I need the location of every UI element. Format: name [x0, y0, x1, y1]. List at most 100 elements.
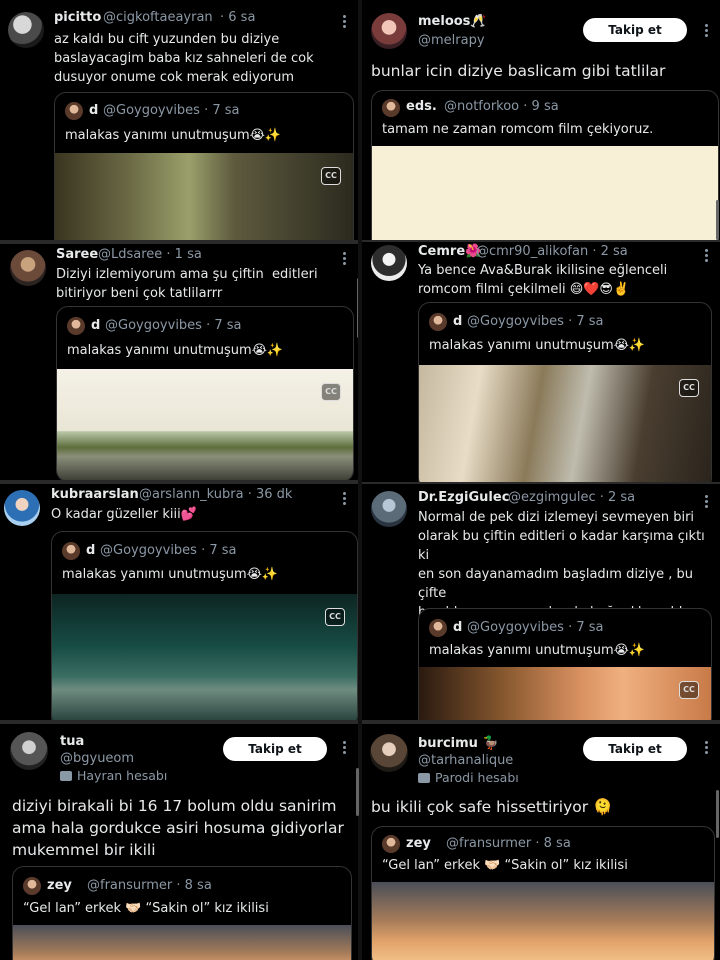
author-handle[interactable]: @cmr90_alikofan · 2 sa — [476, 244, 628, 259]
follow-button[interactable]: Takip et — [583, 18, 687, 42]
quote-author-name: zey — [47, 878, 72, 893]
tweet-panel-meloos: meloos🥂 @melrapy Takip et bunlar icin di… — [362, 0, 720, 240]
quote-media-video[interactable]: CC — [55, 153, 353, 240]
author-handle[interactable]: @tarhanalique — [418, 753, 513, 768]
quote-media-video[interactable]: CC — [419, 667, 711, 720]
captions-icon[interactable]: CC — [321, 383, 341, 401]
post-text: az kaldı bu cift yuzunden bu diziye basl… — [54, 32, 314, 85]
tweet-panel-cemre: Cemre🌺 @cmr90_alikofan · 2 sa Ya bence A… — [362, 242, 720, 482]
quote-author-handle: @Goygoyvibes · 7 sa — [467, 314, 604, 329]
avatar[interactable] — [371, 491, 407, 527]
quote-text: malakas yanımı unutmuşum😭✨ — [429, 643, 646, 658]
author-name[interactable]: Cemre🌺 — [418, 244, 481, 259]
avatar[interactable] — [4, 490, 40, 526]
author-handle[interactable]: @melrapy — [418, 33, 485, 48]
more-options-icon[interactable] — [343, 739, 347, 756]
tweet-panel-picitto: picitto @cigkoftaeayran · 6 sa az kaldı … — [0, 0, 358, 240]
author-name[interactable]: meloos🥂 — [418, 14, 487, 29]
post-time: · 6 sa — [220, 10, 256, 25]
quote-author-handle: @Goygoyvibes · 7 sa — [103, 103, 240, 118]
quote-author-name: zey — [406, 836, 431, 851]
post-text: Diziyi izlemiyorum ama şu çiftin editler… — [56, 267, 318, 301]
quoted-post[interactable]: d @Goygoyvibes · 7 sa malakas yanımı unu… — [418, 608, 712, 720]
author-name[interactable]: burcimu 🦆 — [418, 736, 499, 751]
avatar[interactable] — [10, 732, 48, 770]
quote-media-image[interactable] — [372, 146, 718, 240]
account-label: Parodi hesabı — [418, 770, 519, 785]
quote-media-video[interactable]: CC — [52, 594, 357, 720]
more-options-icon[interactable] — [705, 739, 709, 756]
quote-author-name: eds. — [406, 99, 437, 114]
captions-icon[interactable]: CC — [325, 608, 345, 626]
quote-text: malakas yanımı unutmuşum😭✨ — [62, 567, 279, 582]
quote-media-image[interactable] — [372, 882, 714, 960]
post-text: bunlar icin diziye baslicam gibi tatlila… — [371, 62, 666, 80]
quote-author-name: d — [91, 318, 101, 333]
account-label-text: Parodi hesabı — [435, 770, 519, 785]
post-text: bu ikili çok safe hissettiriyor 🫠 — [371, 798, 613, 816]
tweet-panel-burcimu: burcimu 🦆 @tarhanalique Parodi hesabı Ta… — [362, 724, 720, 960]
post-text: diziyi birakali bi 16 17 bolum oldu sani… — [12, 797, 344, 859]
mask-icon — [60, 771, 72, 781]
quote-media-video[interactable]: CC — [419, 365, 711, 482]
author-handle[interactable]: @Ldsaree · 1 sa — [98, 247, 202, 262]
follow-button[interactable]: Takip et — [223, 737, 327, 761]
avatar[interactable] — [10, 250, 46, 286]
quote-avatar — [382, 99, 400, 117]
quoted-post[interactable]: d @Goygoyvibes · 7 sa malakas yanımı unu… — [56, 306, 354, 480]
quoted-post[interactable]: zey @fransurmer · 8 sa “Gel lan” erkek 🤝… — [12, 866, 352, 960]
author-name[interactable]: picitto — [54, 10, 101, 25]
post-text: Ya bence Ava&Burak ikilisine eğlenceli r… — [418, 263, 668, 297]
tweet-panel-kubraarslan: kubraarslan @arslann_kubra · 36 dk O kad… — [0, 484, 358, 720]
quote-text: tamam ne zaman romcom film çekiyoruz. — [382, 122, 654, 137]
avatar[interactable] — [8, 12, 44, 48]
quote-text: malakas yanımı unutmuşum😭✨ — [67, 343, 284, 358]
author-handle[interactable]: @arslann_kubra · 36 dk — [139, 487, 292, 502]
quote-avatar — [62, 542, 80, 560]
captions-icon[interactable]: CC — [321, 167, 341, 185]
author-handle[interactable]: @bgyueom — [60, 751, 134, 766]
follow-button[interactable]: Takip et — [583, 737, 687, 761]
quoted-post[interactable]: eds. @notforkoo · 9 sa tamam ne zaman ro… — [371, 90, 719, 240]
more-options-icon[interactable] — [343, 13, 347, 30]
quote-author-handle: @fransurmer · 8 sa — [87, 878, 212, 893]
quote-author-name: d — [453, 314, 463, 329]
author-handle[interactable]: @ezgimgulec · 2 sa — [508, 490, 635, 505]
captions-icon[interactable]: CC — [679, 681, 699, 699]
quoted-post[interactable]: d @Goygoyvibes · 7 sa malakas yanımı unu… — [418, 302, 712, 482]
quote-avatar — [65, 102, 83, 120]
captions-icon[interactable]: CC — [679, 379, 699, 397]
author-name[interactable]: Dr.EzgiGulec — [418, 490, 509, 505]
quote-avatar — [382, 835, 400, 853]
quote-text: malakas yanımı unutmuşum😭✨ — [429, 338, 646, 353]
quote-avatar — [67, 317, 85, 335]
quote-text: “Gel lan” erkek 🤝🏻 “Sakin ol” kız ikilis… — [382, 858, 628, 873]
quote-author-name: d — [89, 103, 99, 118]
scrollbar[interactable] — [356, 768, 359, 816]
quote-media-video[interactable]: CC — [57, 369, 353, 480]
quote-author-handle: @Goygoyvibes · 7 sa — [467, 620, 604, 635]
quoted-post[interactable]: d @Goygoyvibes · 7 sa malakas yanımı unu… — [51, 531, 358, 720]
author-handle[interactable]: @cigkoftaeayran — [103, 10, 213, 25]
quoted-post[interactable]: zey @fransurmer · 8 sa “Gel lan” erkek 🤝… — [371, 826, 715, 960]
author-name[interactable]: Saree — [56, 247, 98, 262]
quote-text: malakas yanımı unutmuşum😭✨ — [65, 128, 282, 143]
tweet-panel-saree: Saree @Ldsaree · 1 sa Diziyi izlemiyorum… — [0, 244, 358, 480]
scrollbar[interactable] — [716, 790, 719, 838]
quote-media-image[interactable] — [13, 925, 351, 960]
quote-author-handle: @Goygoyvibes · 7 sa — [100, 543, 237, 558]
account-label-text: Hayran hesabı — [77, 768, 168, 783]
avatar[interactable] — [371, 245, 407, 281]
avatar[interactable] — [371, 13, 407, 49]
mask-icon — [418, 773, 430, 783]
scrollbar[interactable] — [716, 200, 719, 240]
tweet-panel-ezgigulec: Dr.EzgiGulec @ezgimgulec · 2 sa Normal d… — [362, 484, 720, 720]
quote-author-handle: @fransurmer · 8 sa — [446, 836, 571, 851]
quote-avatar — [23, 877, 41, 895]
more-options-icon[interactable] — [705, 22, 709, 39]
author-name[interactable]: kubraarslan — [51, 487, 139, 502]
quoted-post[interactable]: d @Goygoyvibes · 7 sa malakas yanımı unu… — [54, 92, 354, 240]
quote-avatar — [429, 619, 447, 637]
avatar[interactable] — [370, 734, 408, 772]
author-name[interactable]: tua — [60, 734, 84, 749]
